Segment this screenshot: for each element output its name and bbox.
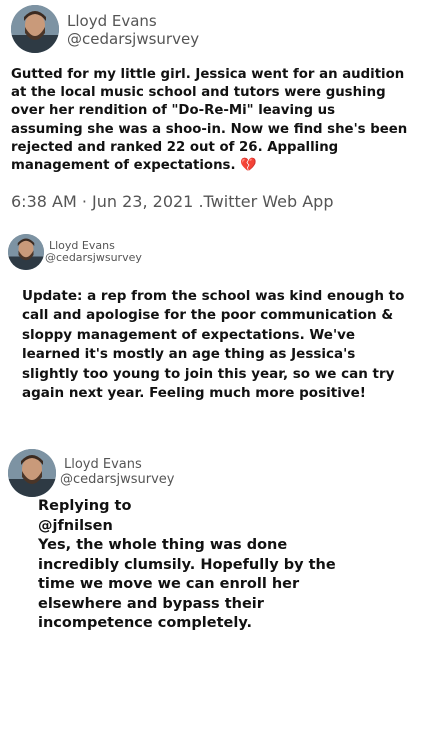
avatar[interactable]: [8, 449, 56, 497]
profile-photo-icon: [8, 449, 56, 497]
tweet-body: Gutted for my little girl. Jessica went …: [11, 67, 408, 174]
avatar[interactable]: [8, 234, 44, 270]
author-name[interactable]: Lloyd Evans: [67, 12, 157, 30]
reply-to-handle[interactable]: @jfnilsen: [38, 516, 113, 536]
profile-photo-icon: [11, 5, 59, 53]
profile-photo-icon: [8, 234, 44, 270]
author-handle[interactable]: @cedarsjwsurvey: [67, 30, 199, 48]
author-name[interactable]: Lloyd Evans: [64, 457, 142, 472]
author-handle[interactable]: @cedarsjwsurvey: [60, 472, 174, 487]
tweet-timestamp[interactable]: 6:38 AM · Jun 23, 2021 .Twitter Web App: [11, 192, 333, 211]
broken-heart-icon: 💔: [240, 158, 257, 174]
tweet-text: Gutted for my little girl. Jessica went …: [11, 66, 411, 175]
author-handle[interactable]: @cedarsjwsurvey: [45, 251, 142, 264]
avatar[interactable]: [11, 5, 59, 53]
replying-to-label: Replying to: [38, 498, 132, 514]
tweet-text: Yes, the whole thing was done incredibly…: [38, 537, 336, 631]
tweet-text: Update: a rep from the school was kind e…: [22, 288, 405, 402]
